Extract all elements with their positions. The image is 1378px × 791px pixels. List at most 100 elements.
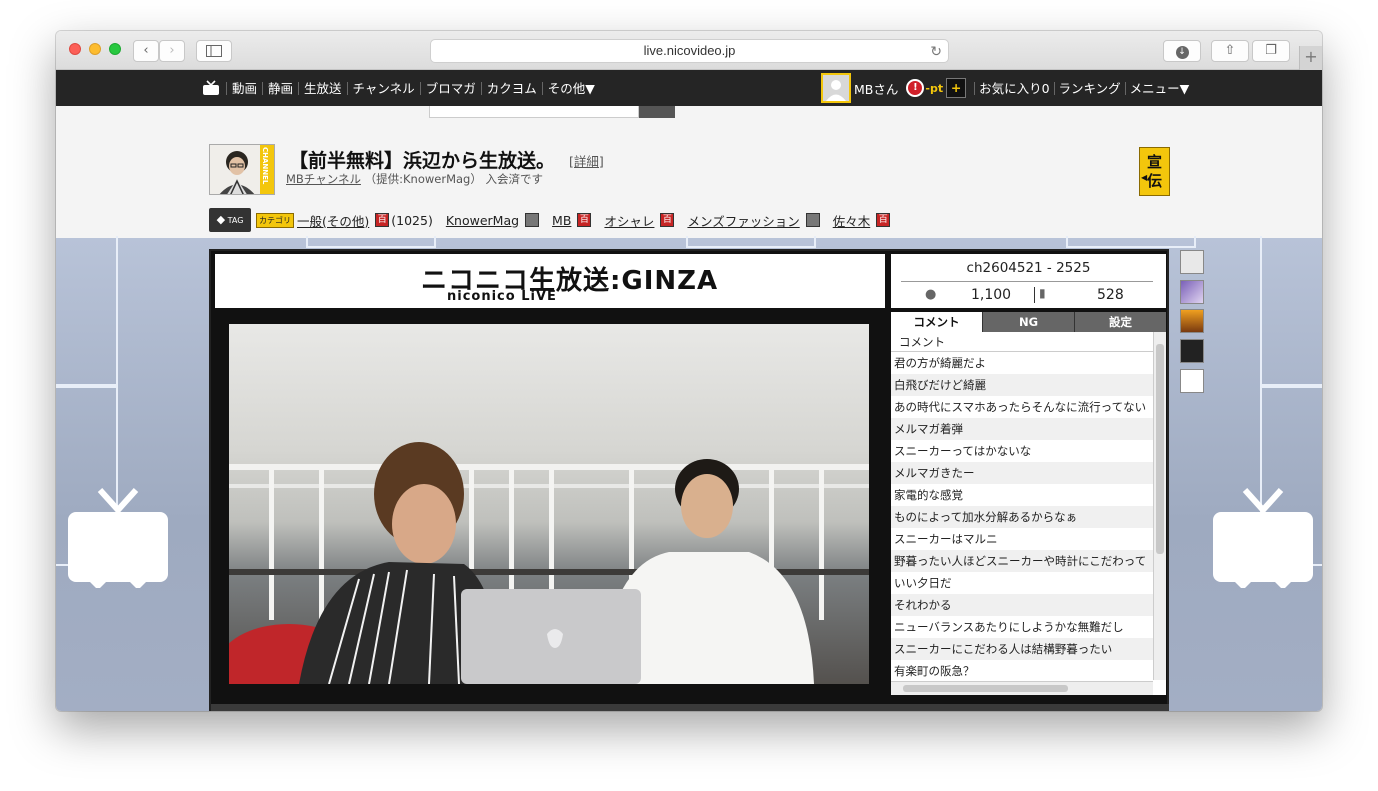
list-item[interactable]: 野暮ったい人ほどスニーカーや時計にこだわって bbox=[891, 550, 1153, 572]
category-link[interactable]: 一般(その他) bbox=[297, 211, 369, 230]
downloads-button[interactable]: ↓ bbox=[1163, 40, 1201, 62]
address-bar[interactable]: live.nicovideo.jp ↻ bbox=[430, 39, 949, 63]
list-item[interactable]: 家電的な感覚 bbox=[891, 484, 1153, 506]
list-item[interactable]: いい夕日だ bbox=[891, 572, 1153, 594]
player-size-toggle[interactable] bbox=[1180, 250, 1204, 274]
channel-id: ch2604521 - 2525 bbox=[966, 260, 1091, 276]
theme-anime[interactable] bbox=[1180, 280, 1204, 304]
list-item[interactable]: スニーカーにこだわる人は結構野暮ったい bbox=[891, 638, 1153, 660]
dictionary-icon[interactable]: 百 bbox=[876, 213, 891, 227]
share-button[interactable]: ⇧ bbox=[1211, 40, 1249, 62]
theme-fire[interactable] bbox=[1180, 309, 1204, 333]
favorites-link[interactable]: お気に入り0 bbox=[974, 81, 1053, 95]
tag-sasaki[interactable]: 佐々木 bbox=[833, 211, 871, 230]
sidebar-icon bbox=[206, 45, 222, 57]
tabs-overview-button[interactable]: ❐ bbox=[1252, 40, 1290, 62]
video-frame[interactable] bbox=[229, 324, 869, 684]
tag-mens-fashion[interactable]: メンズファッション bbox=[687, 211, 799, 230]
search-input[interactable] bbox=[429, 106, 639, 118]
list-item[interactable]: スニーカーってはかないな bbox=[891, 440, 1153, 462]
comment-horizontal-scrollbar[interactable] bbox=[891, 681, 1153, 695]
nav-item-kakuyomu[interactable]: カクヨム bbox=[480, 81, 542, 95]
url-text: live.nicovideo.jp bbox=[643, 43, 736, 58]
avatar[interactable] bbox=[821, 73, 851, 103]
alert-icon[interactable]: ! bbox=[906, 79, 925, 97]
new-tab-button[interactable]: + bbox=[1299, 46, 1322, 70]
browser-toolbar: ‹ › live.nicovideo.jp ↻ ↓ ⇧ ❐ + bbox=[56, 31, 1322, 70]
nav-item-channel[interactable]: チャンネル bbox=[346, 81, 420, 95]
scroll-thumb[interactable] bbox=[1156, 344, 1164, 554]
ginza-banner: ニコニコ生放送:GINZA niconico LiVE bbox=[215, 254, 885, 308]
search-button[interactable] bbox=[639, 106, 675, 118]
dictionary-icon[interactable] bbox=[805, 213, 820, 227]
list-item[interactable]: スニーカーはマルニ bbox=[891, 528, 1153, 550]
download-icon: ↓ bbox=[1175, 46, 1189, 59]
tag-shape-icon: ◆ bbox=[216, 213, 226, 226]
category-count: (1025) bbox=[391, 212, 433, 228]
reload-icon[interactable]: ↻ bbox=[930, 40, 942, 62]
zoom-window-button[interactable] bbox=[109, 43, 121, 55]
channel-badge-text: CHANNEL bbox=[261, 147, 269, 185]
list-item[interactable]: ものによって加水分解あるからなぁ bbox=[891, 506, 1153, 528]
program-header: CHANNEL 【前半無料】浜辺から生放送。 [詳細] MBチャンネル （提供:… bbox=[56, 106, 1322, 238]
nav-item-live[interactable]: 生放送 bbox=[298, 81, 347, 95]
tag-icon[interactable]: ◆ TAG bbox=[209, 208, 251, 232]
nav-item-others[interactable]: その他▼ bbox=[541, 81, 600, 95]
minimize-window-button[interactable] bbox=[89, 43, 101, 55]
tag-knowermag[interactable]: KnowerMag bbox=[446, 213, 519, 228]
tag-mb[interactable]: MB bbox=[552, 213, 571, 228]
dictionary-icon[interactable]: 百 bbox=[660, 213, 675, 227]
theme-white[interactable] bbox=[1180, 369, 1204, 393]
tab-ng[interactable]: NG bbox=[982, 312, 1074, 332]
viewer-icon: ● bbox=[925, 287, 937, 302]
channel-link[interactable]: MBチャンネル bbox=[286, 172, 361, 186]
nav-item-douga[interactable]: 動画 bbox=[226, 81, 262, 95]
user-name[interactable]: MBさん bbox=[854, 79, 898, 98]
list-item[interactable]: メルマガ着弾 bbox=[891, 418, 1153, 440]
dictionary-icon[interactable]: 百 bbox=[577, 213, 592, 227]
list-item[interactable]: あの時代にスマホあったらそんなに流行ってない bbox=[891, 396, 1153, 418]
dictionary-icon[interactable]: 百 bbox=[375, 213, 390, 227]
plus-icon: + bbox=[1304, 47, 1318, 66]
close-window-button[interactable] bbox=[69, 43, 81, 55]
dictionary-icon[interactable] bbox=[525, 213, 540, 227]
nav-item-seiga[interactable]: 静画 bbox=[262, 81, 298, 95]
theme-black[interactable] bbox=[1180, 339, 1204, 363]
tag-oshare[interactable]: オシャレ bbox=[604, 211, 654, 230]
points-text: -pt bbox=[925, 81, 944, 95]
senden-button[interactable]: ◀ 宣 伝 bbox=[1139, 147, 1170, 196]
sidebar-button[interactable] bbox=[196, 40, 232, 62]
megaphone-icon: ◀ bbox=[1141, 173, 1148, 182]
player-control-bar[interactable] bbox=[211, 704, 1169, 711]
tag-row: ◆ TAG カテゴリ 一般(その他) 百 (1025) KnowerMag MB… bbox=[209, 207, 891, 233]
tab-comment[interactable]: コメント bbox=[891, 312, 982, 332]
share-icon: ⇧ bbox=[1224, 43, 1236, 58]
member-status: 入会済です bbox=[485, 172, 544, 186]
menu-link[interactable]: メニュー▼ bbox=[1124, 81, 1194, 95]
channel-thumbnail[interactable]: CHANNEL bbox=[209, 144, 275, 195]
scroll-thumb[interactable] bbox=[903, 685, 1068, 692]
tab-settings[interactable]: 設定 bbox=[1074, 312, 1166, 332]
host-portrait-illustration bbox=[210, 145, 262, 194]
comment-list[interactable]: コメント 君の方が綺麗だよ 白飛びだけど綺麗 あの時代にスマホあったらそんなに流… bbox=[891, 332, 1166, 695]
comment-vertical-scrollbar[interactable] bbox=[1153, 332, 1166, 680]
ranking-link[interactable]: ランキング bbox=[1053, 81, 1125, 95]
list-item[interactable]: 白飛びだけど綺麗 bbox=[891, 374, 1153, 396]
list-item[interactable]: それわかる bbox=[891, 594, 1153, 616]
add-points-button[interactable]: + bbox=[946, 78, 967, 98]
tag-icon-label: TAG bbox=[227, 216, 244, 225]
program-stats: ● 1,100 ▮ 528 bbox=[901, 281, 1153, 303]
niconico-tv-icon[interactable] bbox=[202, 79, 220, 97]
background-tile bbox=[306, 236, 436, 248]
list-item[interactable]: メルマガきたー bbox=[891, 462, 1153, 484]
back-button[interactable]: ‹ bbox=[133, 40, 159, 62]
list-item[interactable]: 君の方が綺麗だよ bbox=[891, 352, 1153, 374]
comment-count: 528 bbox=[1097, 287, 1124, 303]
category-badge: カテゴリ bbox=[256, 212, 294, 228]
forward-button[interactable]: › bbox=[159, 40, 185, 62]
list-item[interactable]: 有楽町の阪急？ bbox=[891, 660, 1153, 682]
list-item[interactable]: ニューバランスあたりにしようかな無難だし bbox=[891, 616, 1153, 638]
channel-badge: CHANNEL bbox=[260, 145, 274, 194]
detail-link[interactable]: [詳細] bbox=[569, 151, 604, 170]
nav-item-blomaga[interactable]: ブロマガ bbox=[419, 81, 481, 95]
